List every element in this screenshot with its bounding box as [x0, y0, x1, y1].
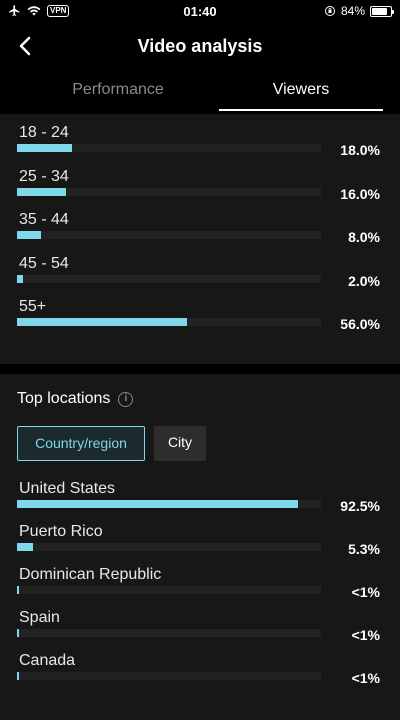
age-group-row-percent: 8.0%: [348, 229, 380, 245]
age-group-row-bar-track: [17, 318, 321, 326]
age-group-row-bar-track: [17, 274, 321, 283]
top-locations-heading: Top locations i: [17, 390, 134, 408]
age-group-row-percent: 56.0%: [340, 316, 380, 332]
location-row: Dominican Republic <1%: [0, 566, 400, 610]
location-row-bar-track: [17, 500, 321, 508]
age-group-row-bar-fill: [17, 187, 66, 196]
age-group-row: 45 - 54 2.0%: [0, 255, 400, 299]
location-row-bar-fill: [17, 629, 19, 637]
location-row: Spain <1%: [0, 609, 400, 653]
location-row-percent: <1%: [351, 670, 380, 686]
info-icon[interactable]: i: [118, 391, 134, 407]
location-row-label: Spain: [19, 609, 60, 626]
top-locations-panel: Top locations i Country/region City Unit…: [0, 374, 400, 720]
age-group-row: 55+ 56.0%: [0, 298, 400, 342]
tab-performance[interactable]: Performance: [18, 72, 218, 112]
age-group-row: 35 - 44 8.0%: [0, 211, 400, 255]
age-group-row-percent: 18.0%: [340, 142, 380, 158]
age-group-row-label: 55+: [19, 298, 47, 315]
location-row: United States 92.5%: [0, 480, 400, 524]
age-group-row-bar-track: [17, 231, 321, 239]
country-region-filter-button[interactable]: Country/region: [17, 426, 145, 461]
location-row-bar-fill: [17, 586, 19, 594]
age-group-row-label: 18 - 24: [19, 124, 69, 141]
rotation-lock-icon: [324, 6, 335, 16]
city-filter-button[interactable]: City: [154, 426, 206, 461]
top-locations-title: Top locations: [17, 390, 111, 407]
location-row-percent: <1%: [351, 584, 380, 600]
location-row-percent: <1%: [351, 627, 380, 643]
age-group-row-label: 45 - 54: [19, 254, 69, 272]
active-tab-indicator: [219, 109, 383, 111]
battery-icon: [370, 5, 394, 17]
location-row-bar-track: [17, 629, 321, 637]
location-row-bar-track: [17, 586, 321, 594]
age-group-row: 25 - 34 16.0%: [0, 168, 400, 212]
location-row-bar-track: [17, 672, 321, 680]
age-distribution-panel: 18 - 24 18.0% 25 - 34 16.0% 35 - 44 8.0% 45 - …: [0, 114, 400, 364]
age-group-row-bar-fill: [17, 274, 24, 283]
tab-bar: Performance Viewers: [0, 72, 400, 112]
status-right: 84%: [324, 4, 394, 18]
location-row-bar-fill: [17, 672, 19, 680]
location-row: Puerto Rico 5.3%: [0, 523, 400, 567]
location-row-percent: 92.5%: [340, 498, 380, 514]
age-group-row: 18 - 24 18.0%: [0, 124, 400, 168]
nav-bar: Video analysis: [0, 26, 400, 66]
age-group-row-percent: 16.0%: [340, 185, 380, 202]
page-title: Video analysis: [137, 36, 263, 56]
age-group-row-bar-track: [17, 187, 321, 196]
age-group-row-bar-track: [17, 144, 321, 152]
location-row: Canada <1%: [0, 652, 400, 696]
location-row-bar-fill: [17, 500, 299, 508]
age-group-row-bar-fill: [17, 318, 188, 326]
age-group-row-bar-fill: [17, 144, 72, 152]
battery-percent: 84%: [340, 4, 365, 18]
location-row-label: Puerto Rico: [19, 523, 103, 540]
age-group-row-percent: 2.0%: [348, 272, 380, 289]
age-group-row-label: 25 - 34: [19, 167, 69, 185]
age-group-row-bar-fill: [17, 231, 42, 239]
location-row-label: Dominican Republic: [19, 566, 162, 583]
location-row-label: Canada: [19, 652, 76, 669]
location-row-bar-fill: [17, 543, 34, 551]
location-row-label: United States: [19, 480, 116, 497]
tab-viewers[interactable]: Viewers: [219, 72, 383, 112]
status-bar: VPN 01:40 84%: [0, 0, 400, 24]
location-row-bar-track: [17, 543, 321, 551]
location-row-percent: 5.3%: [348, 541, 380, 557]
age-group-row-label: 35 - 44: [19, 211, 69, 228]
battery-level: [372, 7, 388, 15]
